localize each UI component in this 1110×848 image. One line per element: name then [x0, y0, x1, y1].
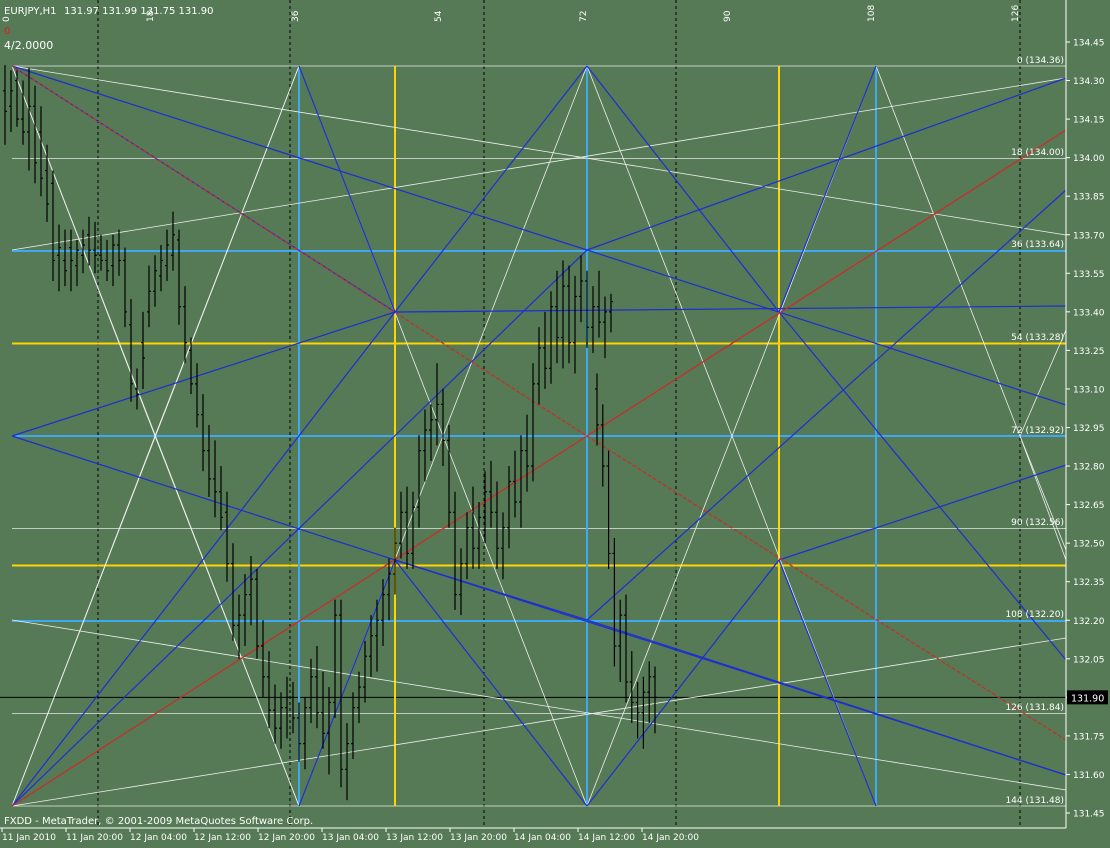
price-tick-label: 132.35 [1073, 578, 1105, 588]
price-tick-label: 134.00 [1073, 154, 1105, 164]
price-tick-label: 131.75 [1073, 732, 1105, 742]
gann-level-label: 126 (131.84) [1005, 703, 1064, 713]
price-tick-label: 132.05 [1073, 655, 1105, 665]
cycle-label: 72 [579, 11, 589, 22]
price-tick-label: 133.40 [1073, 308, 1105, 318]
indicator-value: 4/2.0000 [4, 39, 53, 52]
price-tick-label: 133.85 [1073, 193, 1105, 203]
gann-level-label: 0 (134.36) [1017, 56, 1064, 66]
cycle-label: 108 [867, 5, 877, 22]
chart-window[interactable]: 134.45 134.30 134.15 134.00 133.85 133.70 133.… [0, 0, 1110, 848]
time-tick-label: 13 Jan 20:00 [450, 833, 507, 843]
time-tick-label: 12 Jan 12:00 [194, 833, 251, 843]
time-tick-label: 11 Jan 2010 [2, 833, 56, 843]
price-tick-label: 134.30 [1073, 77, 1105, 87]
gann-level-label: 90 (132.56) [1011, 518, 1064, 528]
price-tick-label: 133.70 [1073, 231, 1105, 241]
price-tick-label: 133.25 [1073, 347, 1105, 357]
gann-level-label: 36 (133.64) [1011, 240, 1064, 250]
price-tick-label: 131.45 [1073, 810, 1105, 820]
time-tick-label: 12 Jan 04:00 [130, 833, 187, 843]
price-tick-label: 134.15 [1073, 116, 1105, 126]
price-tick-label: 131.60 [1073, 771, 1105, 781]
price-tick-label: 133.55 [1073, 270, 1105, 280]
price-tick-label: 133.10 [1073, 385, 1105, 395]
time-tick-label: 14 Jan 20:00 [642, 833, 699, 843]
cycle-label: 90 [723, 10, 733, 22]
cycle-label: 126 [1011, 5, 1021, 22]
ohlc-readout: 131.97 131.99 131.75 131.90 [64, 6, 214, 17]
price-tick-label: 132.50 [1073, 540, 1105, 550]
time-tick-label: 14 Jan 04:00 [514, 833, 571, 843]
time-tick-label: 12 Jan 20:00 [258, 833, 315, 843]
price-tick-label: 132.20 [1073, 617, 1105, 627]
current-price-label: 131.90 [1071, 693, 1104, 704]
gann-level-label: 18 (134.00) [1011, 148, 1064, 158]
cycle-label: 54 [434, 10, 444, 22]
price-tick-label: 134.45 [1073, 39, 1105, 49]
cycle-label: 36 [291, 10, 301, 22]
time-tick-label: 14 Jan 12:00 [578, 833, 635, 843]
price-tick-label: 132.65 [1073, 501, 1105, 511]
indicator-mark: 0 [4, 26, 10, 37]
price-tick-label: 132.95 [1073, 424, 1105, 434]
symbol-timeframe: EURJPY,H1 [4, 6, 57, 17]
time-tick-label: 13 Jan 12:00 [386, 833, 443, 843]
time-tick-label: 11 Jan 20:00 [66, 833, 123, 843]
gann-level-label: 108 (132.20) [1005, 610, 1064, 620]
gann-level-label: 144 (131.48) [1005, 796, 1064, 806]
copyright-footer: FXDD - MetaTrader, © 2001-2009 MetaQuote… [4, 816, 313, 827]
time-tick-label: 13 Jan 04:00 [322, 833, 379, 843]
plot-background [0, 0, 1110, 848]
gann-level-label: 54 (133.28) [1011, 333, 1064, 343]
price-chart[interactable]: 134.45 134.30 134.15 134.00 133.85 133.70 133.… [0, 0, 1110, 848]
gann-level-label: 72 (132.92) [1011, 426, 1064, 436]
price-tick-label: 132.80 [1073, 463, 1105, 473]
